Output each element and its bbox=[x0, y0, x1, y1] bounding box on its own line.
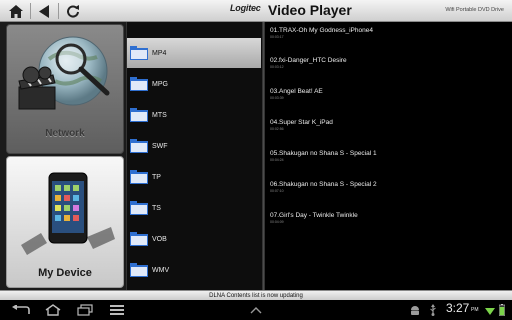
file-duration: 00:03:17 bbox=[270, 35, 284, 39]
usb-icon bbox=[430, 304, 436, 316]
folder-label: TP bbox=[152, 173, 161, 181]
system-nav-bar: 3:27 PM bbox=[0, 300, 512, 320]
app-title: Video Player bbox=[268, 2, 352, 18]
file-duration: 00:02:56 bbox=[270, 127, 284, 131]
home-button[interactable] bbox=[6, 2, 26, 20]
file-name: 05.Shakugan no Shana S - Special 1 bbox=[270, 150, 377, 157]
folder-icon bbox=[130, 46, 148, 60]
back-button[interactable] bbox=[35, 2, 55, 20]
source-label-network: Network bbox=[45, 128, 85, 139]
android-icon bbox=[411, 305, 419, 315]
toolbar-separator bbox=[58, 3, 59, 19]
source-panel: Network My Device bbox=[0, 22, 126, 290]
source-device-tile[interactable]: My Device bbox=[6, 156, 124, 288]
file-duration: 00:03:39 bbox=[270, 96, 284, 100]
file-duration: 00:07:10 bbox=[270, 189, 284, 193]
source-label-device: My Device bbox=[38, 267, 92, 279]
folder-label: SWF bbox=[152, 142, 168, 150]
folder-label: VOB bbox=[152, 235, 167, 243]
folder-item-mts[interactable]: MTS bbox=[127, 100, 261, 130]
status-message: DLNA Contents list is now updating bbox=[0, 290, 512, 300]
folder-icon bbox=[130, 77, 148, 91]
folder-label: MTS bbox=[152, 111, 167, 119]
file-item[interactable]: 06.Shakugan no Shana S - Special 2 00:07… bbox=[270, 181, 508, 207]
folder-icon bbox=[130, 201, 148, 215]
folder-item-wmv[interactable]: WMV bbox=[127, 255, 261, 285]
recent-apps-button[interactable] bbox=[72, 302, 98, 318]
folder-icon bbox=[130, 139, 148, 153]
refresh-button[interactable] bbox=[63, 2, 83, 20]
chevron-up-icon bbox=[250, 307, 262, 314]
folder-item-vob[interactable]: VOB bbox=[127, 224, 261, 254]
menu-icon bbox=[110, 305, 124, 315]
recent-apps-icon bbox=[77, 304, 93, 316]
wifi-status[interactable] bbox=[484, 302, 496, 318]
smartphone-icon bbox=[21, 172, 115, 255]
folder-label: TS bbox=[152, 204, 161, 212]
home-outline-icon bbox=[45, 304, 61, 316]
app-toolbar: Logitec Video Player Wifi Portable DVD D… bbox=[0, 0, 512, 22]
home-icon bbox=[9, 4, 23, 18]
file-name: 02.fxi-Danger_HTC Desire bbox=[270, 57, 347, 64]
file-item[interactable]: 01.TRAX-Oh My Godness_iPhone4 00:03:17 bbox=[270, 27, 508, 53]
back-arrow-icon bbox=[39, 4, 49, 18]
folder-item-tp[interactable]: TP bbox=[127, 162, 261, 192]
folder-icon bbox=[130, 108, 148, 122]
file-item[interactable]: 05.Shakugan no Shana S - Special 1 00:04… bbox=[270, 150, 508, 176]
app-subtitle: Wifi Portable DVD Drive bbox=[445, 7, 504, 13]
clock-time: 3:27 bbox=[446, 301, 470, 315]
clock-ampm: PM bbox=[471, 307, 479, 313]
notification-usb[interactable] bbox=[426, 302, 440, 318]
network-globe-icon bbox=[18, 36, 110, 110]
refresh-icon bbox=[67, 5, 79, 18]
folder-list: MP4 MPG MTS SWF TP TS VOB WMV bbox=[126, 22, 262, 290]
folder-label: MPG bbox=[152, 80, 168, 88]
file-list: 01.TRAX-Oh My Godness_iPhone4 00:03:17 0… bbox=[265, 22, 512, 290]
system-back-button[interactable] bbox=[8, 302, 34, 318]
folder-icon bbox=[130, 232, 148, 246]
file-name: 03.Angel Beat! AE bbox=[270, 88, 323, 95]
file-name: 01.TRAX-Oh My Godness_iPhone4 bbox=[270, 27, 373, 34]
folder-item-ts[interactable]: TS bbox=[127, 193, 261, 223]
folder-icon bbox=[130, 263, 148, 277]
file-name: 04.Super Star K_iPad bbox=[270, 119, 333, 126]
battery-status[interactable] bbox=[497, 302, 507, 318]
notification-android[interactable] bbox=[408, 302, 422, 318]
file-name: 07.Girl's Day - Twinkle Twinkle bbox=[270, 212, 358, 219]
file-duration: 00:04:24 bbox=[270, 158, 284, 162]
folder-icon bbox=[130, 170, 148, 184]
folder-item-mp4[interactable]: MP4 bbox=[127, 38, 261, 68]
folder-label: WMV bbox=[152, 266, 170, 274]
brand-logo: Logitec bbox=[230, 3, 261, 13]
file-duration: 00:04:09 bbox=[270, 220, 284, 224]
battery-icon bbox=[499, 304, 505, 316]
source-network-tile[interactable]: Network bbox=[6, 24, 124, 154]
folder-item-swf[interactable]: SWF bbox=[127, 131, 261, 161]
system-home-button[interactable] bbox=[40, 302, 66, 318]
file-name: 06.Shakugan no Shana S - Special 2 bbox=[270, 181, 377, 188]
file-duration: 00:03:12 bbox=[270, 65, 284, 69]
file-item[interactable]: 03.Angel Beat! AE 00:03:39 bbox=[270, 88, 508, 114]
file-item[interactable]: 04.Super Star K_iPad 00:02:56 bbox=[270, 119, 508, 145]
expand-up-button[interactable] bbox=[246, 302, 266, 318]
back-icon bbox=[12, 305, 30, 314]
folder-item-mpg[interactable]: MPG bbox=[127, 69, 261, 99]
file-item[interactable]: 07.Girl's Day - Twinkle Twinkle 00:04:09 bbox=[270, 212, 508, 238]
menu-button[interactable] bbox=[104, 302, 130, 318]
wifi-icon bbox=[485, 308, 495, 315]
toolbar-separator bbox=[30, 3, 31, 19]
file-item[interactable]: 02.fxi-Danger_HTC Desire 00:03:12 bbox=[270, 57, 508, 83]
folder-label: MP4 bbox=[152, 49, 167, 57]
